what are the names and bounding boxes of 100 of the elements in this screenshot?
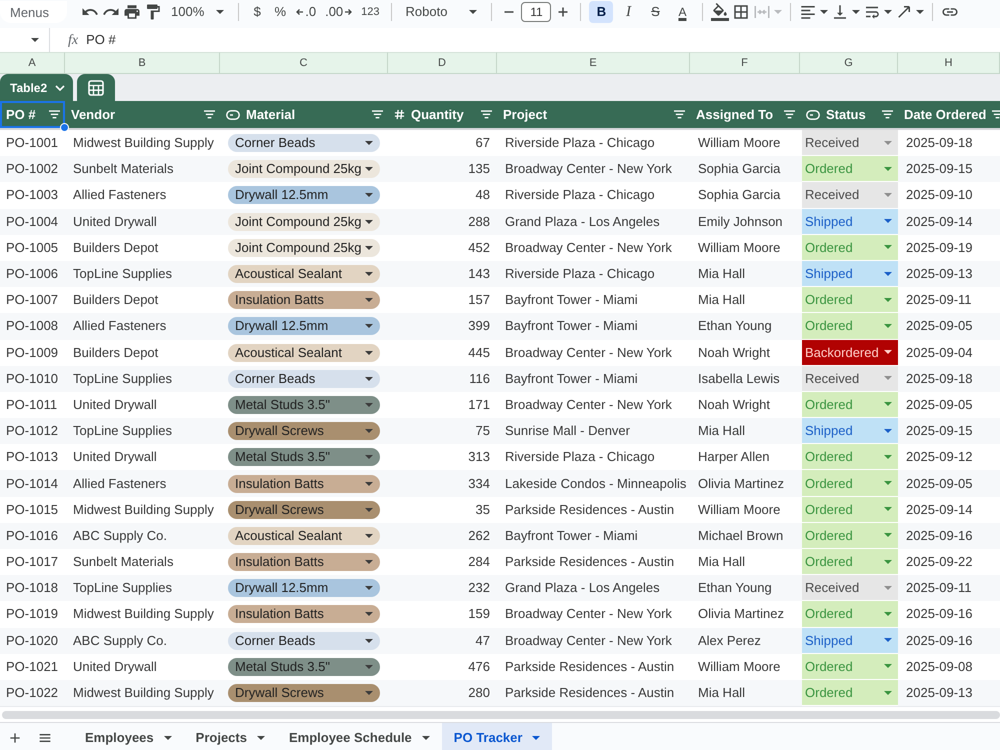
material-chip[interactable]: Insulation Batts — [228, 474, 380, 493]
status-dropdown[interactable]: Received — [802, 575, 898, 602]
column-letter[interactable]: F — [690, 52, 800, 74]
table-view-tab[interactable] — [77, 74, 116, 101]
number-format-button[interactable]: 123 — [358, 1, 383, 23]
text-color-button[interactable]: A — [670, 1, 694, 23]
table-cell-text: 262 — [467, 526, 491, 545]
decrease-decimals-button[interactable]: .0 — [293, 1, 320, 23]
material-chip[interactable]: Corner Beads — [228, 134, 380, 152]
sheet-tab[interactable]: PO Tracker — [442, 723, 552, 750]
table-tab[interactable]: Table2 — [0, 74, 74, 101]
table-cell-text: Mia Hall — [697, 684, 746, 702]
dropdown-chip-icon — [806, 110, 820, 120]
column-header[interactable]: Vendor — [65, 101, 220, 128]
column-letter[interactable]: C — [220, 52, 388, 74]
caret-icon — [774, 10, 782, 14]
material-chip[interactable]: Joint Compound 25kg — [228, 212, 380, 231]
filter-icon[interactable] — [49, 110, 60, 119]
table-cell-text: PO-1008 — [5, 317, 60, 336]
material-chip[interactable]: Metal Studs 3.5" — [228, 448, 380, 466]
material-chip[interactable]: Acoustical Sealant — [228, 265, 380, 284]
filter-icon[interactable] — [674, 110, 685, 119]
material-chip[interactable]: Corner Beads — [228, 632, 380, 650]
column-header[interactable]: Assigned To — [690, 101, 800, 128]
column-letter[interactable]: G — [800, 52, 898, 74]
selection-handle-icon[interactable] — [60, 123, 69, 132]
filter-icon[interactable] — [784, 110, 795, 119]
formula-field[interactable]: PO # — [86, 28, 1000, 52]
material-chip[interactable]: Drywall 12.5mm — [228, 579, 380, 598]
borders-icon[interactable] — [732, 3, 750, 21]
material-chip[interactable]: Drywall Screws — [228, 422, 380, 440]
material-chip[interactable]: Joint Compound 25kg — [228, 160, 380, 178]
sheet-tab[interactable]: Projects — [184, 723, 277, 750]
table-cell-text: Harper Allen — [697, 448, 771, 466]
column-letter[interactable]: H — [898, 52, 1000, 74]
status-dropdown[interactable]: Received — [802, 366, 898, 392]
column-header[interactable]: Material — [220, 101, 388, 128]
status-dropdown[interactable]: Shipped — [802, 628, 898, 654]
paint-bucket-icon[interactable] — [711, 3, 730, 21]
caret-icon — [365, 350, 373, 355]
material-chip[interactable]: Corner Beads — [228, 370, 380, 388]
column-letter[interactable]: E — [497, 52, 690, 74]
table-cell-text: 2025-09-10 — [905, 186, 974, 204]
percent-button[interactable]: % — [270, 1, 290, 23]
currency-button[interactable]: $ — [247, 1, 268, 23]
table-cell-text: 2025-09-16 — [905, 526, 974, 545]
status-dropdown[interactable]: Received — [802, 182, 898, 209]
material-chip[interactable]: Metal Studs 3.5" — [228, 396, 380, 414]
material-chip[interactable]: Drywall 12.5mm — [228, 317, 380, 336]
status-dropdown[interactable]: Shipped — [802, 418, 898, 444]
align-left-icon[interactable] — [799, 3, 818, 21]
table-cell-text: 48 — [474, 186, 491, 204]
filter-icon[interactable] — [481, 110, 492, 119]
column-letter[interactable]: A — [0, 52, 65, 74]
caret-icon — [365, 482, 373, 486]
font-size-field[interactable]: 11 — [521, 2, 552, 22]
material-chip[interactable]: Insulation Batts — [228, 553, 380, 572]
scrollbar-thumb[interactable] — [2, 711, 1000, 720]
increase-decimals-button[interactable]: .00 — [322, 1, 356, 23]
caret-icon — [884, 612, 892, 616]
column-header[interactable]: Date Ordered — [898, 101, 1000, 128]
table-cell-text: 334 — [467, 474, 491, 493]
status-dropdown[interactable]: Received — [802, 130, 898, 156]
table-cell-text: 2025-09-18 — [905, 134, 974, 152]
table-cell-text: 2025-09-05 — [905, 396, 974, 414]
filter-icon[interactable] — [204, 110, 215, 119]
material-chip[interactable]: Metal Studs 3.5" — [228, 658, 380, 676]
italic-button[interactable]: I — [616, 1, 640, 23]
material-chip[interactable]: Insulation Batts — [228, 605, 380, 624]
material-chip[interactable]: Drywall Screws — [228, 500, 380, 519]
material-chip[interactable]: Insulation Batts — [228, 291, 380, 310]
status-dropdown[interactable]: Shipped — [802, 260, 898, 288]
font-dropdown[interactable]: Roboto — [400, 1, 484, 23]
caret-icon — [916, 10, 924, 14]
table-cell-text: Emily Johnson — [697, 212, 784, 231]
column-header[interactable]: Quantity — [388, 101, 497, 128]
printer-icon[interactable] — [123, 3, 141, 21]
table-cell-text: Sophia Garcia — [697, 160, 782, 178]
status-dropdown[interactable]: Shipped — [802, 208, 898, 235]
column-header[interactable]: Project — [497, 101, 690, 128]
column-letter[interactable]: B — [65, 52, 220, 74]
strikethrough-button[interactable]: S — [643, 1, 668, 23]
material-chip[interactable]: Acoustical Sealant — [228, 344, 380, 362]
paint-roller-icon[interactable] — [144, 3, 162, 21]
filter-icon[interactable] — [372, 110, 383, 119]
material-chip[interactable]: Drywall 12.5mm — [228, 186, 380, 204]
filter-icon[interactable] — [882, 110, 893, 119]
bold-button[interactable]: B — [589, 1, 614, 23]
menu-search-field[interactable]: Menus — [0, 1, 67, 23]
column-header[interactable]: Status — [800, 101, 898, 128]
filter-icon[interactable] — [992, 110, 1000, 119]
column-letter[interactable]: D — [388, 52, 497, 74]
material-chip[interactable]: Drywall Screws — [228, 684, 380, 702]
sheet-tab[interactable]: Employee Schedule — [276, 723, 442, 750]
material-chip[interactable]: Acoustical Sealant — [228, 526, 380, 545]
table-cell-text: PO-1022 — [5, 684, 60, 702]
zoom-dropdown[interactable]: 100% — [165, 1, 230, 23]
status-dropdown[interactable]: Backordered — [802, 340, 898, 366]
material-chip[interactable]: Joint Compound 25kg — [228, 238, 380, 257]
sheet-tab[interactable]: Employees — [73, 723, 184, 750]
